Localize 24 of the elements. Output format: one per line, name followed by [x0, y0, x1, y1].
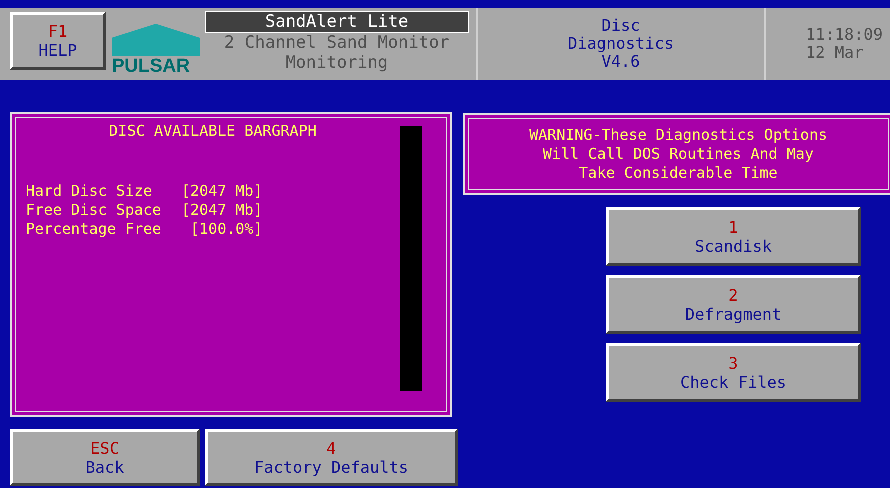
product-subtitle: 2 Channel Sand Monitor	[224, 33, 450, 53]
action-button[interactable]: 2 Defragment	[606, 275, 861, 334]
house-icon	[112, 24, 200, 56]
screen-title: Diagnostics	[568, 35, 674, 53]
help-button[interactable]: F1 HELP	[10, 12, 106, 70]
product-name: SandAlert Lite	[205, 11, 469, 33]
logo-text: PULSAR	[112, 56, 192, 78]
stat-value: [2047 Mb]	[181, 182, 263, 201]
stat-label: Hard Disc Size	[26, 182, 154, 201]
screen-title: V4.6	[602, 53, 640, 71]
panel-title: DISC AVAILABLE BARGRAPH	[108, 122, 318, 140]
action-button[interactable]: 1 Scandisk	[606, 207, 861, 266]
stat-label: Percentage Free	[26, 220, 162, 239]
time-label: 11:18:09	[806, 26, 884, 44]
stat-value: [2047 Mb]	[181, 201, 263, 220]
mode-label: Monitoring	[286, 53, 388, 73]
date-label: 12 Mar	[806, 44, 865, 62]
action-button[interactable]: 3 Check Files	[606, 343, 861, 402]
screen-title: Disc	[602, 17, 640, 35]
warning-text: WARNING-These Diagnostics Options Will Call DOS Routines And May Take Considerable Time	[528, 126, 828, 182]
stat-value: [100.0%]	[190, 220, 263, 239]
function-button[interactable]: ESC Back	[10, 429, 200, 486]
function-button[interactable]: 4 Factory Defaults	[205, 429, 458, 486]
stat-label: Free Disc Space	[26, 201, 162, 220]
